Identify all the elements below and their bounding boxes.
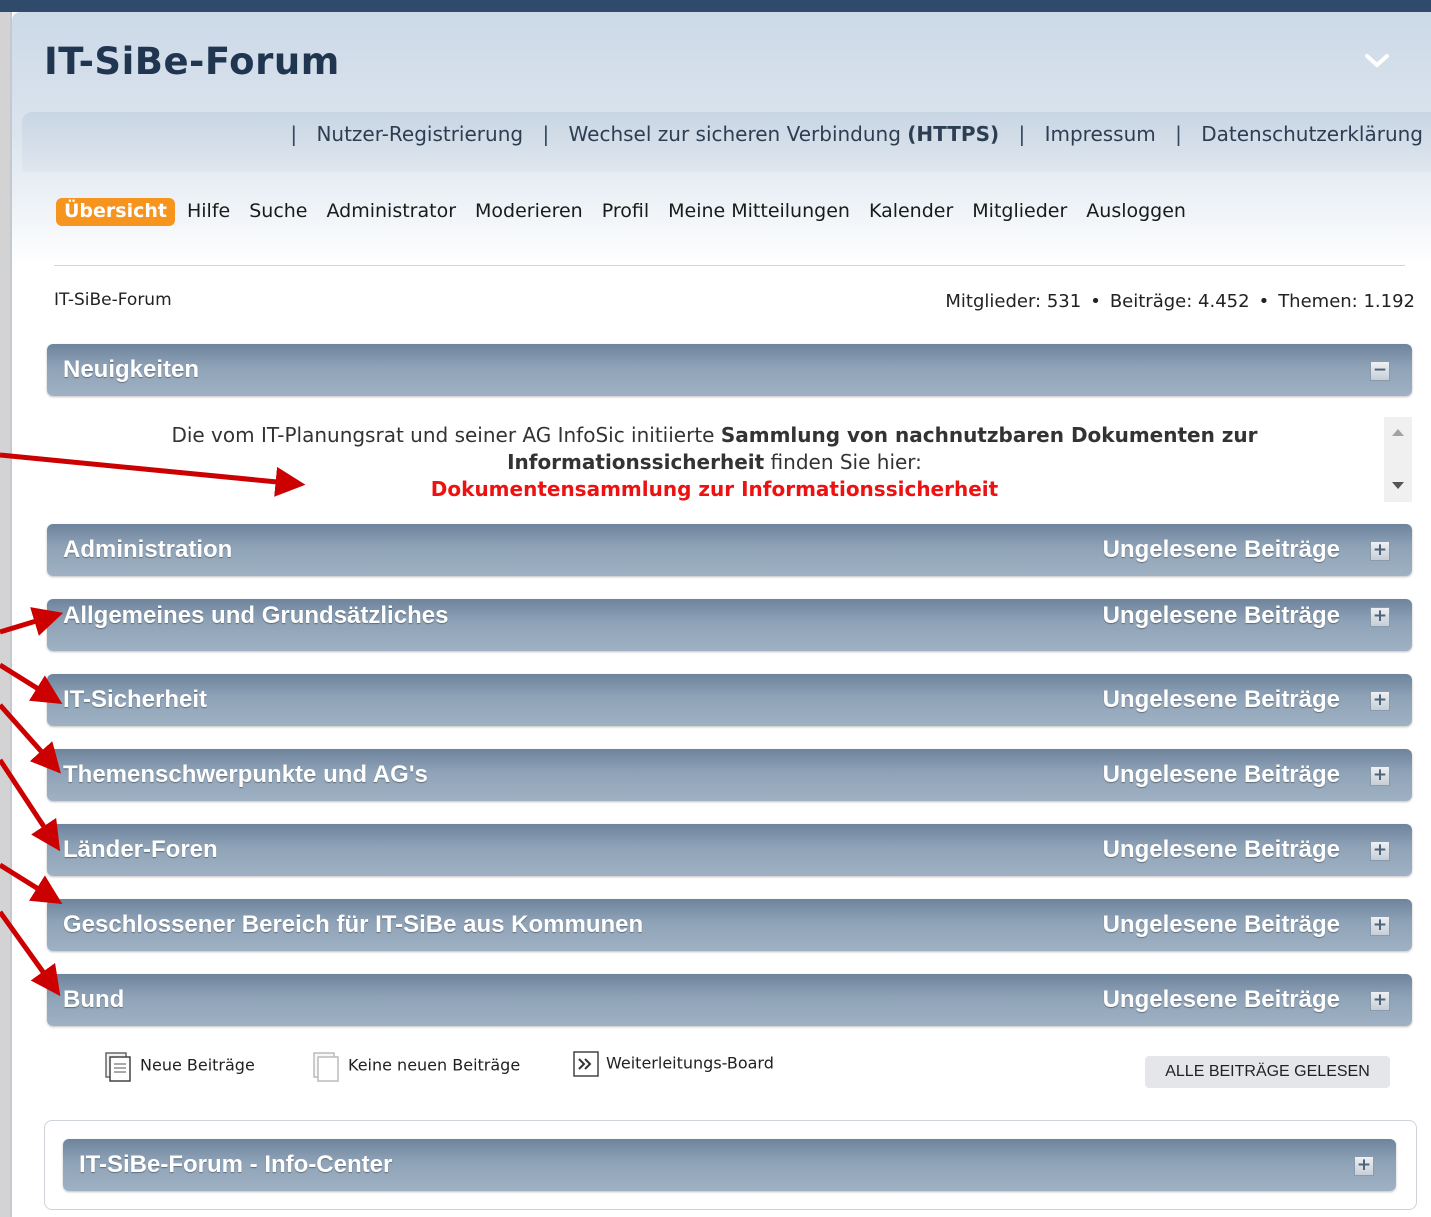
category-it-security[interactable]: IT-Sicherheit Ungelesene Beiträge + — [47, 674, 1412, 726]
nav-search[interactable]: Suche — [249, 200, 307, 222]
browser-top-bar — [0, 0, 1431, 12]
nav-logout[interactable]: Ausloggen — [1086, 200, 1186, 222]
category-title[interactable]: Themenschwerpunkte und AG's — [63, 761, 428, 789]
category-title[interactable]: Administration — [63, 536, 232, 564]
stat-posts: Beiträge: 4.452 — [1109, 291, 1250, 312]
nav-members[interactable]: Mitglieder — [972, 200, 1067, 222]
breadcrumb[interactable]: IT-SiBe-Forum — [54, 290, 172, 310]
legend-no-new-posts: Keine neuen Beiträge — [310, 1050, 520, 1082]
chevron-down-icon[interactable] — [1364, 52, 1390, 70]
news-text-pre: Die vom IT-Planungsrat und seiner AG Inf… — [171, 423, 715, 447]
category-title[interactable]: Geschlossener Bereich für IT-SiBe aus Ko… — [63, 911, 643, 939]
info-center-title: IT-SiBe-Forum - Info-Center — [79, 1151, 393, 1178]
legend-new-label: Neue Beiträge — [140, 1055, 255, 1075]
link-separator: | — [1175, 122, 1182, 146]
category-news[interactable]: Neuigkeiten − — [47, 344, 1412, 396]
collapse-minus-icon[interactable]: − — [1370, 361, 1390, 381]
unread-posts-link[interactable]: Ungelesene Beiträge — [1103, 686, 1340, 714]
expand-plus-icon[interactable]: + — [1370, 841, 1390, 861]
scroll-down-icon[interactable] — [1392, 482, 1404, 489]
new-posts-icon — [105, 1052, 131, 1082]
nav-moderate[interactable]: Moderieren — [475, 200, 583, 222]
news-scrollbar[interactable] — [1384, 417, 1412, 502]
info-center-header[interactable]: IT-SiBe-Forum - Info-Center + — [63, 1139, 1396, 1191]
unread-posts-link[interactable]: Ungelesene Beiträge — [1103, 911, 1340, 939]
stat-members: Mitglieder: 531 — [945, 291, 1082, 312]
nav-overview[interactable]: Übersicht — [56, 198, 175, 226]
main-nav: Übersicht Hilfe Suche Administrator Moderier… — [56, 198, 1205, 226]
link-privacy[interactable]: Datenschutzerklärung — [1201, 122, 1423, 146]
category-topics-ags[interactable]: Themenschwerpunkte und AG's Ungelesene B… — [47, 749, 1412, 801]
mark-all-read-button[interactable]: ALLE BEITRÄGE GELESEN — [1145, 1056, 1390, 1088]
unread-posts-link[interactable]: Ungelesene Beiträge — [1103, 602, 1340, 630]
category-title[interactable]: IT-Sicherheit — [63, 686, 207, 714]
forum-header: IT-SiBe-Forum | Nutzer-Registrierung | W… — [12, 12, 1431, 267]
expand-plus-icon[interactable]: + — [1370, 916, 1390, 936]
nav-calendar[interactable]: Kalender — [869, 200, 953, 222]
no-new-posts-icon — [313, 1052, 339, 1082]
unread-posts-link[interactable]: Ungelesene Beiträge — [1103, 836, 1340, 864]
category-administration[interactable]: Administration Ungelesene Beiträge + — [47, 524, 1412, 576]
category-title[interactable]: Bund — [63, 986, 124, 1014]
category-municipal-closed[interactable]: Geschlossener Bereich für IT-SiBe aus Ko… — [47, 899, 1412, 951]
link-https[interactable]: Wechsel zur sicheren Verbindung (HTTPS) — [569, 122, 1000, 146]
category-state-forums[interactable]: Länder-Foren Ungelesene Beiträge + — [47, 824, 1412, 876]
category-general[interactable]: Allgemeines und Grundsätzliches Ungelese… — [47, 599, 1412, 651]
nav-help[interactable]: Hilfe — [187, 200, 230, 222]
expand-plus-icon[interactable]: + — [1370, 766, 1390, 786]
news-text-post: finden Sie hier: — [770, 450, 922, 474]
expand-plus-icon[interactable]: + — [1370, 541, 1390, 561]
link-separator: | — [290, 122, 298, 146]
stat-topics: Themen: 1.192 — [1278, 291, 1415, 312]
stat-separator: • — [1090, 291, 1101, 312]
news-text: Die vom IT-Planungsrat und seiner AG Inf… — [47, 422, 1382, 503]
info-center-box: IT-SiBe-Forum - Info-Center + — [44, 1120, 1417, 1210]
unread-posts-link[interactable]: Ungelesene Beiträge — [1103, 986, 1340, 1014]
header-divider — [54, 265, 1405, 266]
forum-page: IT-SiBe-Forum | Nutzer-Registrierung | W… — [10, 12, 1431, 1217]
expand-plus-icon[interactable]: + — [1370, 991, 1390, 1011]
forum-title[interactable]: IT-SiBe-Forum — [44, 40, 340, 83]
legend-none-label: Keine neuen Beiträge — [348, 1055, 521, 1075]
redirect-board-icon — [573, 1051, 599, 1077]
nav-profile[interactable]: Profil — [602, 200, 649, 222]
legend-redirect-label: Weiterleitungs-Board — [606, 1053, 774, 1073]
link-impressum[interactable]: Impressum — [1045, 122, 1156, 146]
scroll-up-icon[interactable] — [1392, 429, 1404, 436]
category-federal[interactable]: Bund Ungelesene Beiträge + — [47, 974, 1412, 1026]
legend-new-posts: Neue Beiträge — [102, 1050, 255, 1082]
expand-plus-icon[interactable]: + — [1370, 691, 1390, 711]
link-registration[interactable]: Nutzer-Registrierung — [316, 122, 523, 146]
unread-posts-link[interactable]: Ungelesene Beiträge — [1103, 536, 1340, 564]
link-separator: | — [542, 122, 550, 146]
news-link[interactable]: Dokumentensammlung zur Informationssiche… — [431, 477, 998, 501]
category-title: Neuigkeiten — [63, 356, 200, 383]
link-https-label: Wechsel zur sicheren Verbindung — [568, 122, 901, 146]
legend-redirect-board: Weiterleitungs-Board — [572, 1050, 774, 1078]
forum-stats: Mitglieder: 531 • Beiträge: 4.452 • Themen: … — [945, 291, 1415, 312]
stat-separator: • — [1258, 291, 1270, 312]
category-title[interactable]: Allgemeines und Grundsätzliches — [63, 602, 448, 630]
link-separator: | — [1018, 122, 1026, 146]
news-box: Die vom IT-Planungsrat und seiner AG Inf… — [47, 417, 1412, 509]
category-title[interactable]: Länder-Foren — [63, 836, 218, 864]
link-https-bold: (HTTPS) — [907, 122, 1000, 146]
top-links: | Nutzer-Registrierung | Wechsel zur sic… — [277, 122, 1423, 146]
expand-plus-icon[interactable]: + — [1370, 607, 1390, 627]
unread-posts-link[interactable]: Ungelesene Beiträge — [1103, 761, 1340, 789]
expand-plus-icon[interactable]: + — [1354, 1156, 1374, 1176]
nav-admin[interactable]: Administrator — [327, 200, 457, 222]
nav-messages[interactable]: Meine Mitteilungen — [668, 200, 850, 222]
